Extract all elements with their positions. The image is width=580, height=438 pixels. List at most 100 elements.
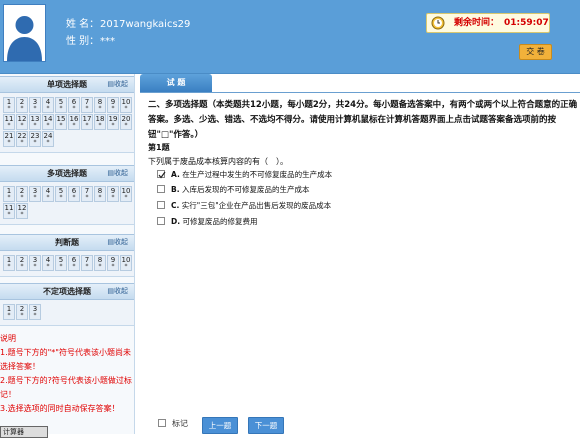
unanswered-mark: * [124, 105, 128, 112]
question-cell[interactable]: 13 * [29, 114, 41, 130]
option-checkbox[interactable] [157, 170, 166, 179]
question-cell[interactable]: 1 * [3, 97, 15, 113]
collapse-toggle[interactable]: ▤收起 [107, 237, 128, 247]
question-cell[interactable]: 3 * [29, 186, 41, 202]
question-cell[interactable]: 1 * [3, 304, 15, 320]
mark-label: 标记 [172, 419, 188, 428]
question-grid: 1 * 2 * 3 * 4 * 5 * 6 * 7 * 8 * 9 * 10 * 11 * 12 * [3, 186, 133, 219]
unanswered-mark: * [59, 194, 63, 201]
question-cell[interactable]: 7 * [81, 186, 93, 202]
question-cell[interactable]: 18 * [94, 114, 106, 130]
collapse-icon: ▤ [107, 287, 114, 295]
question-cell[interactable]: 14 * [42, 114, 54, 130]
question-cell[interactable]: 8 * [94, 97, 106, 113]
question-cell[interactable]: 20 * [120, 114, 132, 130]
option-checkbox[interactable] [157, 201, 165, 209]
collapse-toggle[interactable]: ▤收起 [107, 79, 128, 89]
unanswered-mark: * [111, 263, 115, 270]
question-cell[interactable]: 4 * [42, 255, 54, 271]
question-cell[interactable]: 11 * [3, 114, 15, 130]
question-cell[interactable]: 5 * [55, 255, 67, 271]
unanswered-mark: * [98, 194, 102, 201]
question-cell[interactable]: 9 * [107, 97, 119, 113]
question-cell[interactable]: 2 * [16, 255, 28, 271]
option-checkbox[interactable] [157, 185, 165, 193]
question-cell[interactable]: 5 * [55, 97, 67, 113]
option-text: 实行"三包"企业在产品出售后发现的废品成本 [181, 201, 332, 210]
question-cell[interactable]: 12 * [16, 203, 28, 219]
collapse-icon: ▤ [107, 169, 114, 177]
question-cell[interactable]: 12 * [16, 114, 28, 130]
question-cell[interactable]: 19 * [107, 114, 119, 130]
question-cell[interactable]: 3 * [29, 97, 41, 113]
question-cell[interactable]: 10 * [120, 97, 132, 113]
question-cell[interactable]: 4 * [42, 186, 54, 202]
unanswered-mark: * [7, 122, 11, 129]
calculator-button[interactable]: 计算器 [0, 426, 48, 438]
question-grid: 1 * 2 * 3 * 4 * 5 * 6 * 7 * 8 * 9 * 10 * [3, 255, 133, 271]
unanswered-mark: * [20, 105, 24, 112]
question-cell[interactable]: 3 * [29, 304, 41, 320]
unanswered-mark: * [33, 312, 37, 319]
answer-option-d[interactable]: D. 可修复废品的修复费用 [157, 216, 257, 230]
question-cell[interactable]: 7 * [81, 97, 93, 113]
question-cell[interactable]: 2 * [16, 186, 28, 202]
question-cell[interactable]: 9 * [107, 186, 119, 202]
question-cell[interactable]: 8 * [94, 186, 106, 202]
answer-option-a[interactable]: A. 在生产过程中发生的不可修复废品的生产成本 [157, 169, 332, 183]
question-cell[interactable]: 7 * [81, 255, 93, 271]
answer-option-b[interactable]: B. 入库后发现的不可修复废品的生产成本 [157, 184, 309, 198]
note-line: 1.题号下方的"*"符号代表该小题尚未选择答案！ [0, 348, 131, 371]
question-cell[interactable]: 4 * [42, 97, 54, 113]
option-checkbox[interactable] [157, 217, 165, 225]
question-cell[interactable]: 23 * [29, 131, 41, 147]
question-cell[interactable]: 1 * [3, 255, 15, 271]
question-cell[interactable]: 8 * [94, 255, 106, 271]
next-question-button[interactable]: 下一题 [248, 417, 284, 434]
question-cell[interactable]: 16 * [68, 114, 80, 130]
question-cell[interactable]: 15 * [55, 114, 67, 130]
question-cell[interactable]: 3 * [29, 255, 41, 271]
collapse-toggle[interactable]: ▤收起 [107, 286, 128, 296]
question-cell[interactable]: 21 * [3, 131, 15, 147]
unanswered-mark: * [46, 194, 50, 201]
question-cell[interactable]: 2 * [16, 97, 28, 113]
question-cell[interactable]: 22 * [16, 131, 28, 147]
question-cell[interactable]: 10 * [120, 255, 132, 271]
countdown-timer: 剩余时间： 01:59:07 [426, 13, 550, 33]
unanswered-mark: * [33, 122, 37, 129]
question-cell[interactable]: 24 * [42, 131, 54, 147]
section-header-indefinite-choice: 不定项选择题 ▤收起 [0, 283, 134, 300]
question-cell[interactable]: 6 * [68, 255, 80, 271]
mark-option[interactable]: 标记 [158, 418, 188, 429]
header-bar: 姓 名：2017wangkaics29 性 别：*** 剩余时间： 01:59:… [0, 0, 580, 74]
question-cell[interactable]: 9 * [107, 255, 119, 271]
question-cell[interactable]: 17 * [81, 114, 93, 130]
question-cell[interactable]: 5 * [55, 186, 67, 202]
unanswered-mark: * [7, 312, 11, 319]
unanswered-mark: * [124, 263, 128, 270]
question-cell[interactable]: 6 * [68, 97, 80, 113]
tab-questions[interactable]: 试 题 [140, 74, 212, 92]
previous-question-button[interactable]: 上一题 [202, 417, 238, 434]
question-cell[interactable]: 11 * [3, 203, 15, 219]
question-cell[interactable]: 6 * [68, 186, 80, 202]
unanswered-mark: * [33, 105, 37, 112]
question-cell[interactable]: 10 * [120, 186, 132, 202]
unanswered-mark: * [7, 211, 11, 218]
section-instructions: 二、多项选择题（本类题共12小题，每小题2分，共24分。每小题备选答案中，有两个… [148, 100, 578, 140]
question-cell[interactable]: 2 * [16, 304, 28, 320]
mark-checkbox[interactable] [158, 418, 166, 427]
unanswered-mark: * [46, 139, 50, 146]
unanswered-mark: * [59, 105, 63, 112]
unanswered-mark: * [72, 263, 76, 270]
answer-option-c[interactable]: C. 实行"三包"企业在产品出售后发现的废品成本 [157, 200, 331, 214]
question-text: 下列属于废品成本核算内容的有（ ）。 [148, 157, 288, 166]
unanswered-mark: * [20, 194, 24, 201]
collapse-toggle[interactable]: ▤收起 [107, 168, 128, 178]
option-text: 可修复废品的修复费用 [182, 217, 258, 226]
option-letter: A. [171, 170, 180, 179]
submit-exam-button[interactable]: 交 卷 [519, 44, 552, 60]
user-info: 姓 名：2017wangkaics29 性 别：*** [66, 16, 190, 50]
question-cell[interactable]: 1 * [3, 186, 15, 202]
